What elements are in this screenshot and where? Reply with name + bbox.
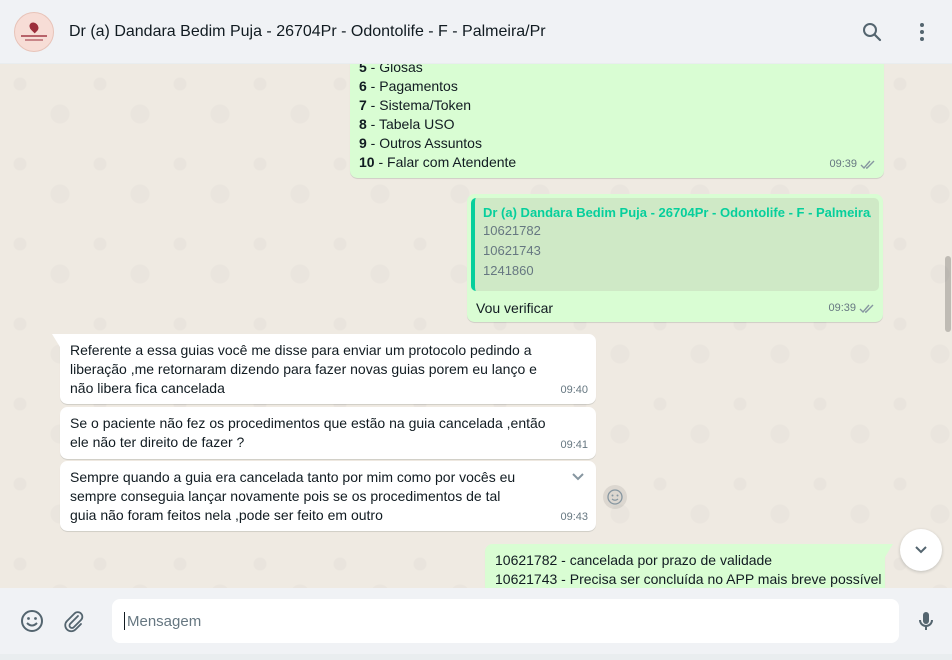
quote-line: 1241860 [483,263,534,278]
message-text: Se o paciente não fez os procedimentos q… [70,415,546,450]
message-text-line: 10621782 - cancelada por prazo de valida… [495,552,773,568]
chat-title[interactable]: Dr (a) Dandara Bedim Puja - 26704Pr - Od… [69,23,546,41]
scroll-to-bottom-button[interactable] [900,529,942,571]
message-outgoing-menu[interactable]: 5 - Glosas 6 - Pagamentos 7 - Sistema/To… [350,64,884,178]
message-input[interactable] [127,612,887,630]
message-text: Sempre quando a guia era cancelada tanto… [70,469,516,523]
chevron-down-icon [915,546,927,554]
header-actions [858,18,936,46]
emoji-reaction-icon[interactable] [603,485,627,509]
menu-row: 5 - Glosas [359,64,423,75]
message-time: 09:41 [560,439,588,451]
message-incoming[interactable]: Se o paciente não fez os procedimentos q… [60,407,596,459]
chevron-down-icon [572,473,584,481]
message-incoming[interactable]: Referente a essa guias você me disse par… [52,334,596,404]
window-bottom-edge [0,654,952,660]
double-check-icon [860,160,875,170]
message-time: 09:43 [560,511,588,523]
compose-bar [0,588,952,654]
message-time: 09:40 [560,384,588,396]
menu-row: 7 - Sistema/Token [359,97,472,113]
kebab-menu-icon[interactable] [908,18,936,46]
message-outgoing-reply[interactable]: Dr (a) Dandara Bedim Puja - 26704Pr - Od… [467,194,883,322]
text-caret [124,612,125,630]
message-time: 09:39 [828,299,875,318]
double-check-icon [859,304,874,314]
location-pin-logo-icon [27,20,41,33]
contact-avatar[interactable] [14,11,54,52]
message-text-line: 10621743 - Precisa ser concluída no APP … [495,571,882,587]
chat-area[interactable]: 5 - Glosas 6 - Pagamentos 7 - Sistema/To… [0,64,952,588]
message-text: Referente a essa guias você me disse par… [70,342,537,396]
menu-row: 6 - Pagamentos [359,78,458,94]
message-time: 09:39 [829,155,876,174]
logo-text-decoration [25,38,43,41]
menu-row: 8 - Tabela USO [359,116,455,132]
bubble-tail [885,544,893,557]
chat-scrollbar[interactable] [945,256,951,332]
bubble-tail [52,334,60,347]
quote-author: Dr (a) Dandara Bedim Puja - 26704Pr - Od… [483,205,871,220]
quoted-message[interactable]: Dr (a) Dandara Bedim Puja - 26704Pr - Od… [471,198,879,291]
quote-line: 10621743 [483,243,541,258]
logo-text-decoration [21,34,47,37]
paperclip-icon[interactable] [58,605,90,637]
message-input-box[interactable] [112,599,899,643]
quote-line: 10621782 [483,223,541,238]
message-text: Vou verificar [476,300,554,316]
menu-row: 9 - Outros Assuntos [359,135,482,151]
microphone-icon[interactable] [910,605,942,637]
emoji-icon[interactable] [16,605,48,637]
search-icon[interactable] [858,18,886,46]
chat-header: Dr (a) Dandara Bedim Puja - 26704Pr - Od… [0,0,952,64]
menu-row: 10 - Falar com Atendente [359,154,517,170]
message-incoming[interactable]: Sempre quando a guia era cancelada tanto… [60,461,596,531]
message-outgoing[interactable]: 10621782 - cancelada por prazo de valida… [485,544,893,588]
